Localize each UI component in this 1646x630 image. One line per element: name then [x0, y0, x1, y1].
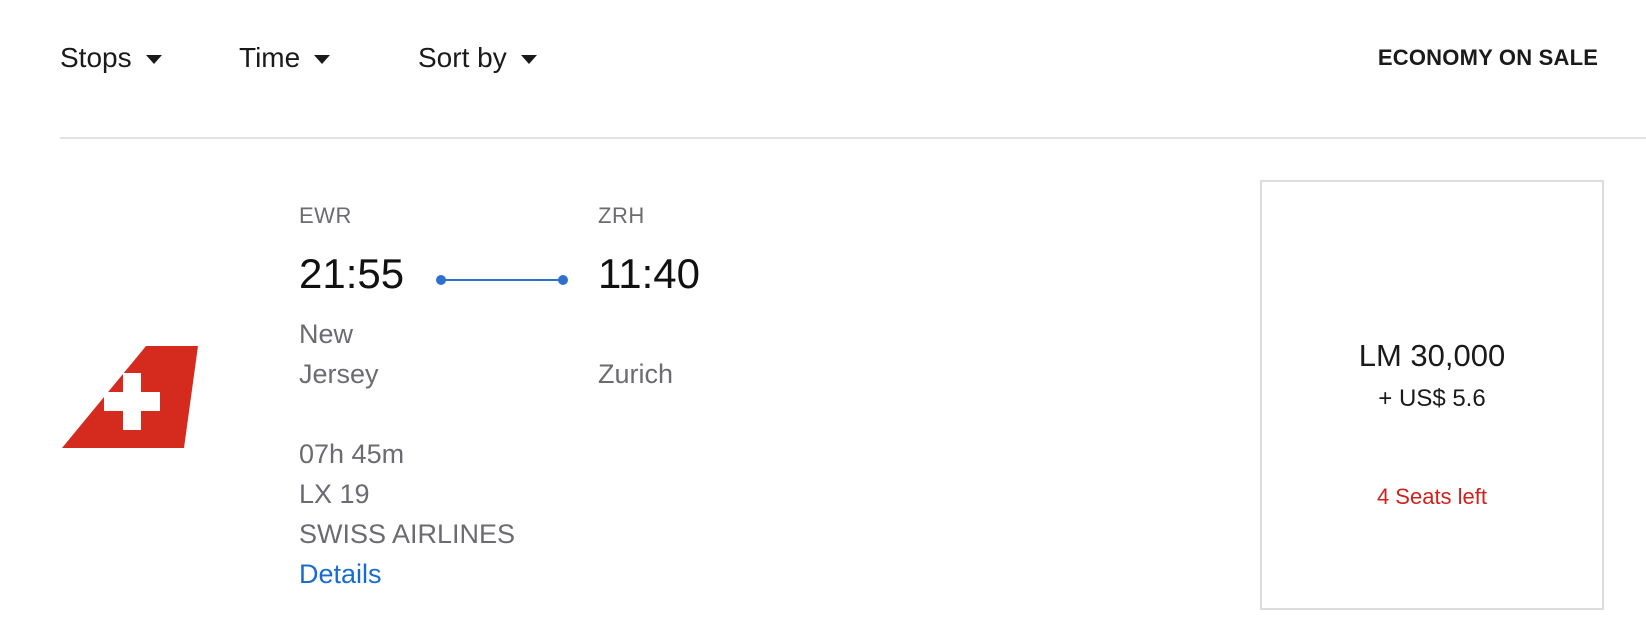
- cabin-class-header: ECONOMY ON SALE: [1377, 45, 1599, 70]
- destination-airport-code: ZRH: [598, 203, 645, 228]
- details-link[interactable]: Details: [299, 554, 382, 594]
- stops-filter-label: Stops: [60, 42, 132, 73]
- route-line-icon: [436, 275, 568, 285]
- caret-down-icon: [314, 54, 331, 64]
- fare-miles-price: LM 30,000: [1358, 338, 1506, 373]
- time-filter-label: Time: [239, 42, 301, 73]
- caret-down-icon: [145, 54, 162, 64]
- flight-number: LX 19: [299, 479, 370, 509]
- fare-cash-price: + US$ 5.6: [1378, 385, 1486, 412]
- stops-filter-dropdown[interactable]: Stops: [60, 36, 162, 80]
- departure-time: 21:55: [299, 250, 405, 297]
- filter-bar: Stops Time Sort by ECONOMY ON SALE: [60, 36, 1646, 80]
- fare-option-card[interactable]: LM 30,000 + US$ 5.6 4 Seats left: [1260, 180, 1604, 610]
- seats-left-badge: 4 Seats left: [1376, 484, 1488, 509]
- caret-down-icon: [520, 54, 537, 64]
- sort-by-dropdown[interactable]: Sort by: [418, 36, 537, 80]
- swiss-tail-logo-icon: [62, 346, 198, 448]
- origin-airport-code: EWR: [299, 203, 352, 228]
- time-filter-dropdown[interactable]: Time: [239, 36, 331, 80]
- arrival-time: 11:40: [598, 250, 700, 297]
- sort-by-label: Sort by: [418, 42, 507, 73]
- origin-city: New Jersey: [299, 319, 379, 389]
- flight-duration: 07h 45m: [299, 439, 405, 469]
- destination-city: Zurich: [598, 359, 674, 389]
- divider: [60, 137, 1646, 139]
- airline-name: SWISS AIRLINES: [299, 519, 516, 549]
